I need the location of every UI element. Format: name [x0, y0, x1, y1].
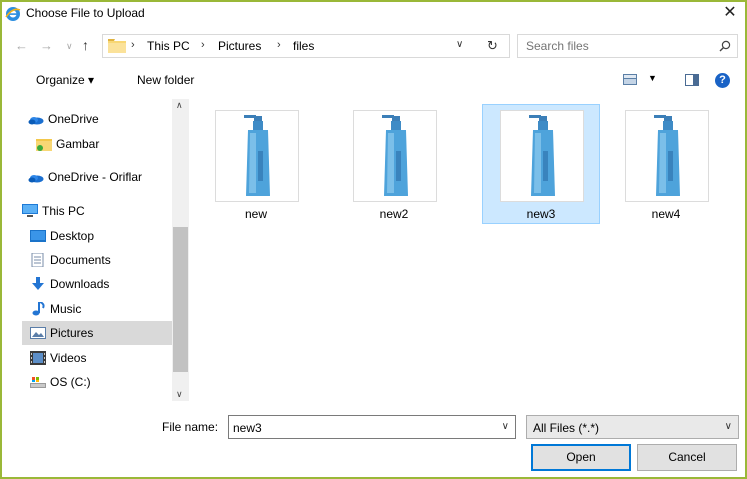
nav-item-label: OneDrive	[48, 112, 99, 126]
file-name-combobox[interactable]: ∨	[228, 415, 516, 439]
documents-icon	[31, 253, 44, 267]
view-options-chevron-icon[interactable]: ▼	[648, 73, 657, 83]
file-name-label: File name:	[162, 420, 219, 434]
internet-explorer-icon	[5, 7, 21, 21]
search-input[interactable]	[526, 38, 706, 54]
scroll-up-chevron-icon[interactable]: ∧	[176, 100, 183, 111]
navigation-pane: OneDrive Gambar OneDrive - Oriflar This …	[22, 99, 172, 400]
search-box[interactable]	[517, 34, 738, 58]
address-dropdown-chevron-icon[interactable]: ∨	[456, 39, 463, 50]
bottle-image	[244, 115, 270, 196]
file-type-value: All Files (*.*)	[533, 421, 600, 435]
command-toolbar: Organize ▾ New folder ▼ ?	[2, 66, 745, 94]
nav-item-label: Documents	[50, 253, 111, 267]
nav-item-label: Pictures	[50, 326, 94, 340]
window-title: Choose File to Upload	[26, 6, 145, 20]
title-bar: Choose File to Upload ✕	[2, 2, 745, 27]
file-name-label: new	[244, 207, 267, 221]
file-item-new3[interactable]: new3	[482, 104, 600, 224]
organize-button[interactable]: Organize ▾	[36, 73, 94, 87]
nav-item-desktop[interactable]: Desktop	[22, 224, 172, 248]
nav-item-pictures[interactable]: Pictures	[22, 321, 172, 345]
file-name-label: new4	[651, 207, 681, 221]
nav-item-downloads[interactable]: Downloads	[22, 272, 172, 296]
desktop-icon	[30, 230, 46, 242]
nav-item-label: This PC	[42, 204, 85, 218]
breadcrumb-separator: ›	[201, 39, 205, 51]
file-name-input[interactable]	[233, 420, 483, 436]
drive-icon	[30, 377, 46, 388]
nav-item-documents[interactable]: Documents	[22, 248, 172, 272]
image-thumbnail	[353, 110, 437, 202]
nav-item-label: Downloads	[50, 277, 110, 291]
recent-locations-chevron-icon[interactable]: ∨	[66, 41, 73, 52]
scrollbar-thumb[interactable]	[173, 227, 188, 372]
file-name-dropdown-chevron-icon[interactable]: ∨	[502, 421, 509, 432]
nav-item-label: Music	[50, 302, 82, 316]
image-thumbnail	[500, 110, 584, 202]
folder-icon	[36, 139, 52, 151]
breadcrumb-this-pc[interactable]: This PC	[147, 39, 190, 53]
nav-item-label: Videos	[50, 351, 87, 365]
open-button[interactable]: Open	[531, 444, 631, 471]
nav-item-onedrive[interactable]: OneDrive	[22, 107, 172, 131]
bottle-image	[654, 115, 680, 196]
new-folder-button[interactable]: New folder	[137, 73, 194, 87]
dialog-footer: File name: ∨ All Files (*.*) ∨ Open Canc…	[2, 407, 745, 477]
nav-item-music[interactable]: Music	[22, 297, 172, 321]
file-type-dropdown-chevron-icon[interactable]: ∨	[725, 421, 732, 432]
nav-item-gambar[interactable]: Gambar	[22, 132, 172, 156]
forward-arrow-icon[interactable]: →	[40, 38, 53, 53]
file-list-view: new new2 new3 new4	[192, 99, 745, 399]
file-item-new4[interactable]: new4	[607, 104, 725, 224]
file-name-label: new2	[379, 207, 409, 221]
image-thumbnail	[215, 110, 299, 202]
address-row: ← → ∨ ↑ › This PC › Pictures › files ∨ ↻	[2, 28, 745, 64]
computer-icon	[22, 204, 38, 217]
nav-item-videos[interactable]: Videos	[22, 346, 172, 370]
navigation-pane-scrollbar[interactable]: ∧ ∨	[172, 99, 189, 401]
downloads-icon	[32, 277, 44, 290]
onedrive-icon	[28, 117, 44, 125]
file-name-label: new3	[526, 207, 556, 221]
videos-icon	[30, 351, 46, 365]
nav-item-label: OS (C:)	[50, 375, 91, 389]
image-thumbnail	[625, 110, 709, 202]
help-icon[interactable]: ?	[715, 73, 730, 88]
change-view-icon[interactable]	[623, 74, 637, 85]
scroll-down-chevron-icon[interactable]: ∨	[176, 389, 183, 400]
up-arrow-icon[interactable]: ↑	[82, 37, 89, 53]
close-button[interactable]: ✕	[717, 2, 743, 26]
nav-item-os-c[interactable]: OS (C:)	[22, 370, 172, 394]
file-type-select[interactable]: All Files (*.*) ∨	[526, 415, 739, 439]
onedrive-icon	[28, 175, 44, 183]
breadcrumb-separator: ›	[131, 39, 135, 51]
file-dialog-window: Choose File to Upload ✕ ← → ∨ ↑ › This P…	[0, 0, 747, 479]
nav-item-onedrive-oriflame[interactable]: OneDrive - Oriflar	[22, 165, 172, 189]
nav-item-label: OneDrive - Oriflar	[48, 170, 143, 184]
back-arrow-icon[interactable]: ←	[15, 38, 28, 53]
file-item-new2[interactable]: new2	[335, 104, 453, 224]
breadcrumb-separator: ›	[277, 39, 281, 51]
folder-icon	[108, 39, 126, 53]
pictures-icon	[30, 327, 46, 339]
breadcrumb-files[interactable]: files	[293, 39, 314, 53]
cancel-button[interactable]: Cancel	[637, 444, 737, 471]
preview-pane-icon[interactable]	[685, 74, 699, 86]
bottle-image	[382, 115, 408, 196]
breadcrumb-pictures[interactable]: Pictures	[218, 39, 261, 53]
music-icon	[32, 302, 45, 316]
nav-item-this-pc[interactable]: This PC	[22, 199, 172, 223]
nav-item-label: Desktop	[50, 229, 95, 243]
address-bar[interactable]: › This PC › Pictures › files ∨ ↻	[102, 34, 510, 58]
refresh-icon[interactable]: ↻	[487, 38, 498, 54]
nav-item-label: Gambar	[56, 137, 100, 151]
file-item-new[interactable]: new	[197, 104, 315, 224]
bottle-image	[529, 115, 555, 196]
search-icon[interactable]	[719, 40, 731, 52]
